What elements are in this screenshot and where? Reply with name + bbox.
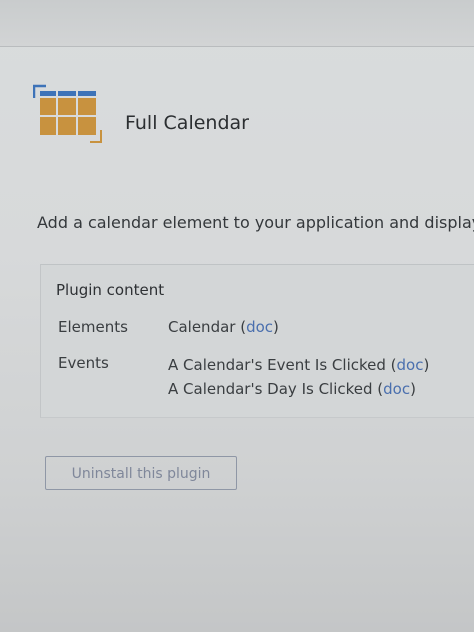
doc-link[interactable]: doc	[397, 356, 424, 374]
element-item-calendar: Calendar (doc)	[168, 318, 279, 336]
event-item-text: A Calendar's Event Is Clicked (	[168, 356, 397, 374]
events-label: Events	[58, 354, 109, 372]
panel-heading: Plugin content	[56, 281, 165, 299]
doc-link[interactable]: doc	[246, 318, 273, 336]
element-item-suffix: )	[273, 318, 279, 336]
event-item-event-clicked: A Calendar's Event Is Clicked (doc)	[168, 356, 429, 374]
plugin-content-panel: Plugin content Elements Calendar (doc) E…	[40, 264, 474, 418]
plugin-title: Full Calendar	[125, 112, 249, 134]
top-bar	[0, 0, 474, 47]
event-item-text: A Calendar's Day Is Clicked (	[168, 380, 384, 398]
event-item-suffix: )	[423, 356, 430, 374]
plugin-description: Add a calendar element to your applicati…	[37, 213, 474, 232]
element-item-text: Calendar (	[168, 318, 247, 336]
uninstall-plugin-button[interactable]: Uninstall this plugin	[45, 456, 237, 490]
event-item-suffix: )	[410, 380, 416, 398]
doc-link[interactable]: doc	[383, 380, 410, 398]
calendar-icon	[33, 84, 102, 143]
elements-label: Elements	[58, 318, 128, 336]
event-item-day-clicked: A Calendar's Day Is Clicked (doc)	[168, 380, 416, 398]
